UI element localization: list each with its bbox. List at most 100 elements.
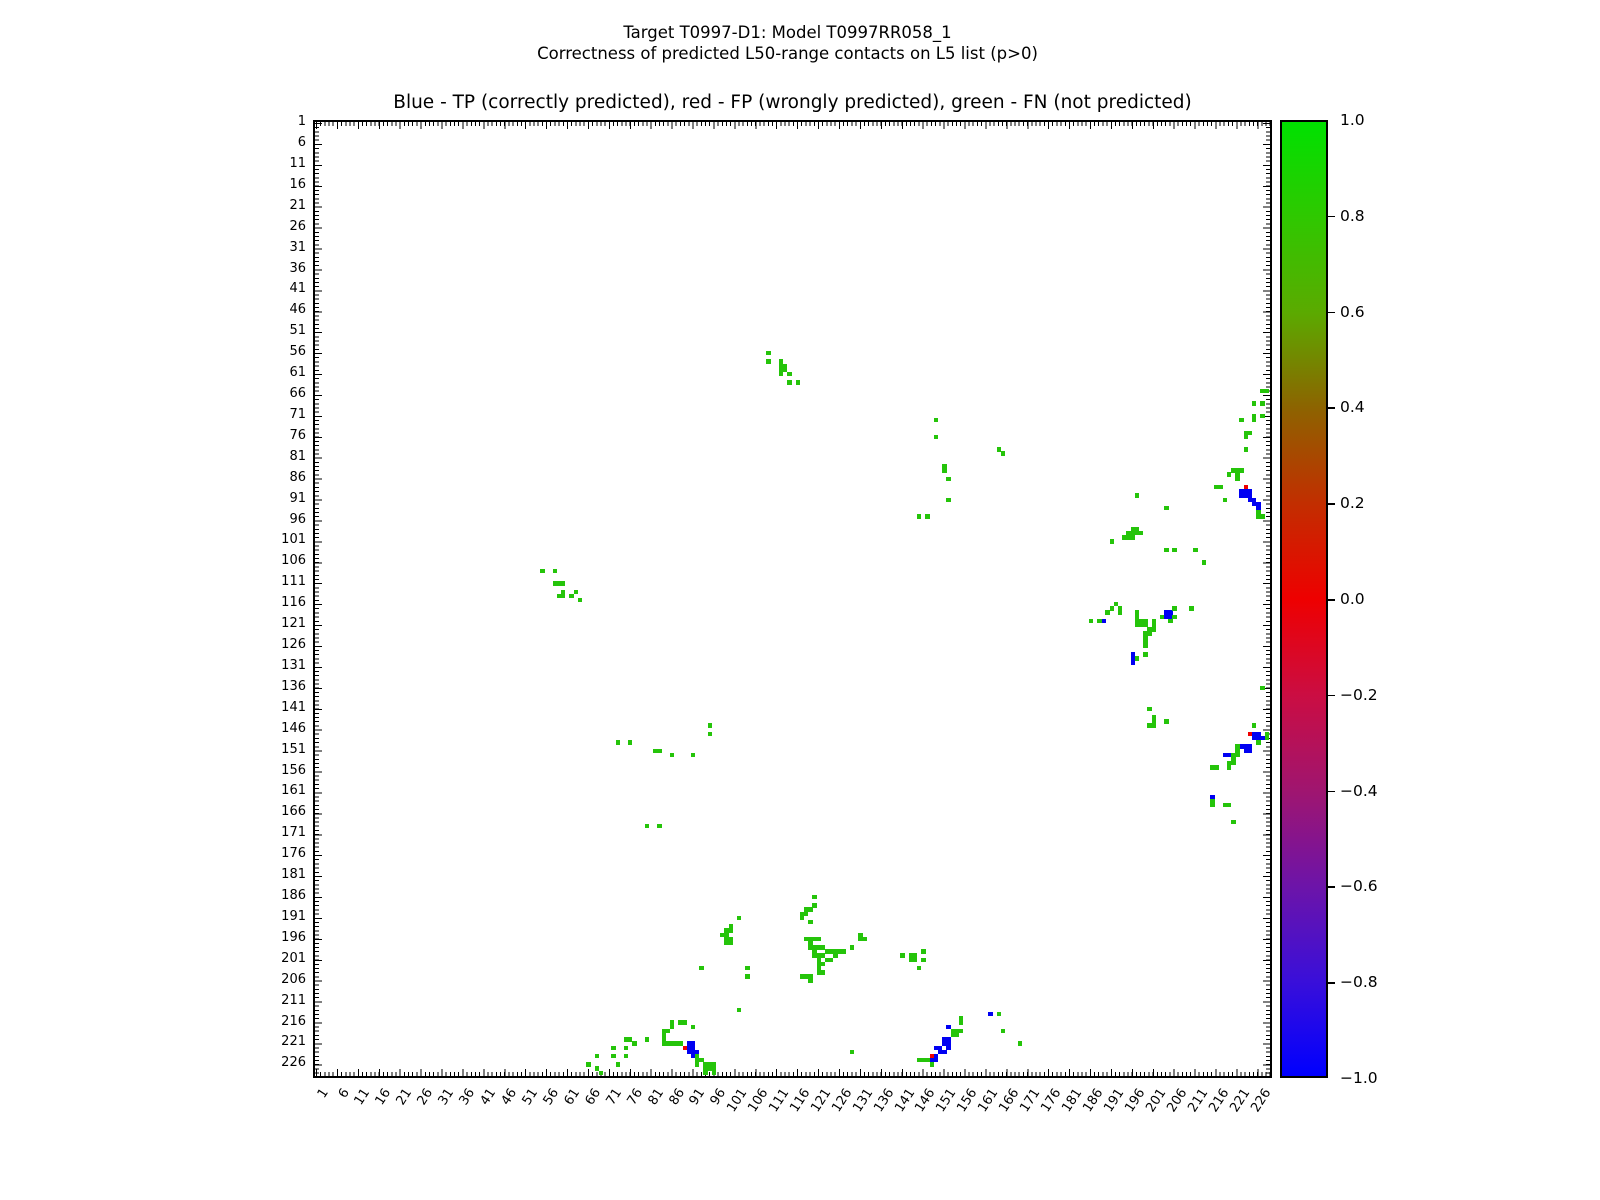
contact-point (946, 498, 950, 502)
colorbar-tick-label: 0.0 (1340, 590, 1400, 608)
contact-point (1260, 686, 1264, 690)
contact-point (691, 1025, 695, 1029)
contact-point (1248, 732, 1252, 736)
contact-point (959, 1020, 963, 1024)
contact-point (561, 581, 565, 585)
contact-point (1223, 498, 1227, 502)
tick-marks-bottom (315, 1069, 1270, 1076)
contact-point (1239, 468, 1243, 472)
contact-point (1152, 627, 1156, 631)
contact-point (1101, 619, 1105, 623)
contact-point (670, 753, 674, 757)
figure-root: Target T0997-D1: Model T0997RR058_1 Corr… (0, 0, 1600, 1200)
contact-point (1231, 761, 1235, 765)
contact-point (1001, 451, 1005, 455)
colorbar-tick-label: −0.4 (1340, 782, 1400, 800)
contact-point (1214, 765, 1218, 769)
contact-point (645, 824, 649, 828)
plot-area (313, 120, 1272, 1078)
contact-point (1164, 719, 1168, 723)
contact-point (842, 949, 846, 953)
contact-point (1110, 539, 1114, 543)
contact-point (808, 920, 812, 924)
figure-title-line1: Target T0997-D1: Model T0997RR058_1 (0, 22, 1575, 43)
contact-point (955, 1033, 959, 1037)
contact-point (921, 949, 925, 953)
contact-point (553, 569, 557, 573)
contact-point (925, 514, 929, 518)
contact-point (766, 359, 770, 363)
contact-point (930, 1062, 934, 1066)
tick-marks-left (315, 122, 322, 1076)
colorbar-tick-mark (1328, 695, 1335, 697)
contact-point (1219, 485, 1223, 489)
contact-point (1001, 1029, 1005, 1033)
contact-point (683, 1020, 687, 1024)
colorbar-tick-mark (1328, 216, 1335, 218)
contact-point (540, 569, 544, 573)
contact-point (1139, 531, 1143, 535)
contact-point (930, 1054, 934, 1058)
contact-point (850, 1050, 854, 1054)
contact-point (712, 1071, 716, 1075)
contact-point (1235, 753, 1239, 757)
contact-point (917, 966, 921, 970)
contact-point (829, 958, 833, 962)
contact-point (913, 958, 917, 962)
contact-point (1172, 615, 1176, 619)
contact-point (959, 1029, 963, 1033)
contact-point (1231, 820, 1235, 824)
contact-point (1018, 1041, 1022, 1045)
contact-point (863, 937, 867, 941)
contact-point (1135, 656, 1139, 660)
colorbar-tick-mark (1328, 982, 1335, 984)
contact-point (645, 1037, 649, 1041)
contact-point (1248, 431, 1252, 435)
contact-point (666, 1029, 670, 1033)
colorbar-tick-label: 0.6 (1340, 303, 1400, 321)
contact-point (1110, 606, 1114, 610)
contact-point (737, 916, 741, 920)
contact-point (1252, 723, 1256, 727)
contact-point (821, 962, 825, 966)
contact-point (691, 753, 695, 757)
contact-point (833, 953, 837, 957)
contact-point (574, 590, 578, 594)
contact-point (1260, 514, 1264, 518)
contact-point (850, 945, 854, 949)
colorbar-tick-mark (1328, 791, 1335, 793)
contact-point (766, 351, 770, 355)
contact-point (812, 895, 816, 899)
colorbar-tick-label: 0.4 (1340, 398, 1400, 416)
contact-point (988, 1012, 992, 1016)
colorbar-tick-mark (1328, 312, 1335, 314)
colorbar (1280, 120, 1328, 1078)
contact-point (787, 372, 791, 376)
colorbar-tick-label: −0.6 (1340, 877, 1400, 895)
contact-point (628, 740, 632, 744)
contact-point (1118, 610, 1122, 614)
contact-point (1256, 740, 1260, 744)
contact-point (1244, 435, 1248, 439)
contact-point (1172, 606, 1176, 610)
colorbar-tick-label: 1.0 (1340, 111, 1400, 129)
axes-title: Blue - TP (correctly predicted), red - F… (313, 92, 1272, 113)
contact-point (1244, 447, 1248, 451)
contact-point (586, 1062, 590, 1066)
figure-title-line2: Correctness of predicted L50-range conta… (0, 43, 1575, 64)
contact-point (1143, 644, 1147, 648)
contact-point (595, 1054, 599, 1058)
contact-point (1244, 485, 1248, 489)
contact-point (657, 749, 661, 753)
contact-point (611, 1046, 615, 1050)
contact-point (1164, 548, 1168, 552)
contact-point (1260, 414, 1264, 418)
contact-point (1089, 619, 1093, 623)
contact-point (632, 1041, 636, 1045)
contact-point (1147, 707, 1151, 711)
contact-point (1105, 610, 1109, 614)
contact-point (708, 723, 712, 727)
contact-point (1202, 560, 1206, 564)
colorbar-tick-label: −0.8 (1340, 973, 1400, 991)
contact-point (1147, 631, 1151, 635)
